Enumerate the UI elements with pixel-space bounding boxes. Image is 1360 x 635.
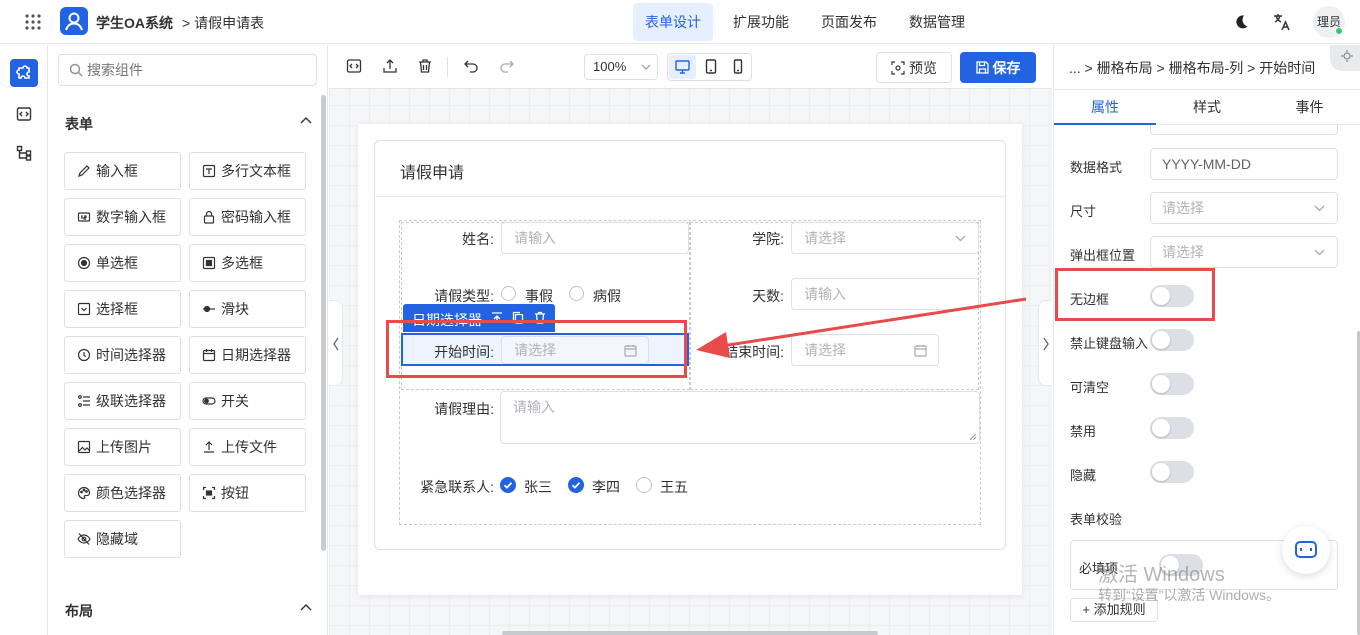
- annotation-arrow: [696, 297, 1027, 358]
